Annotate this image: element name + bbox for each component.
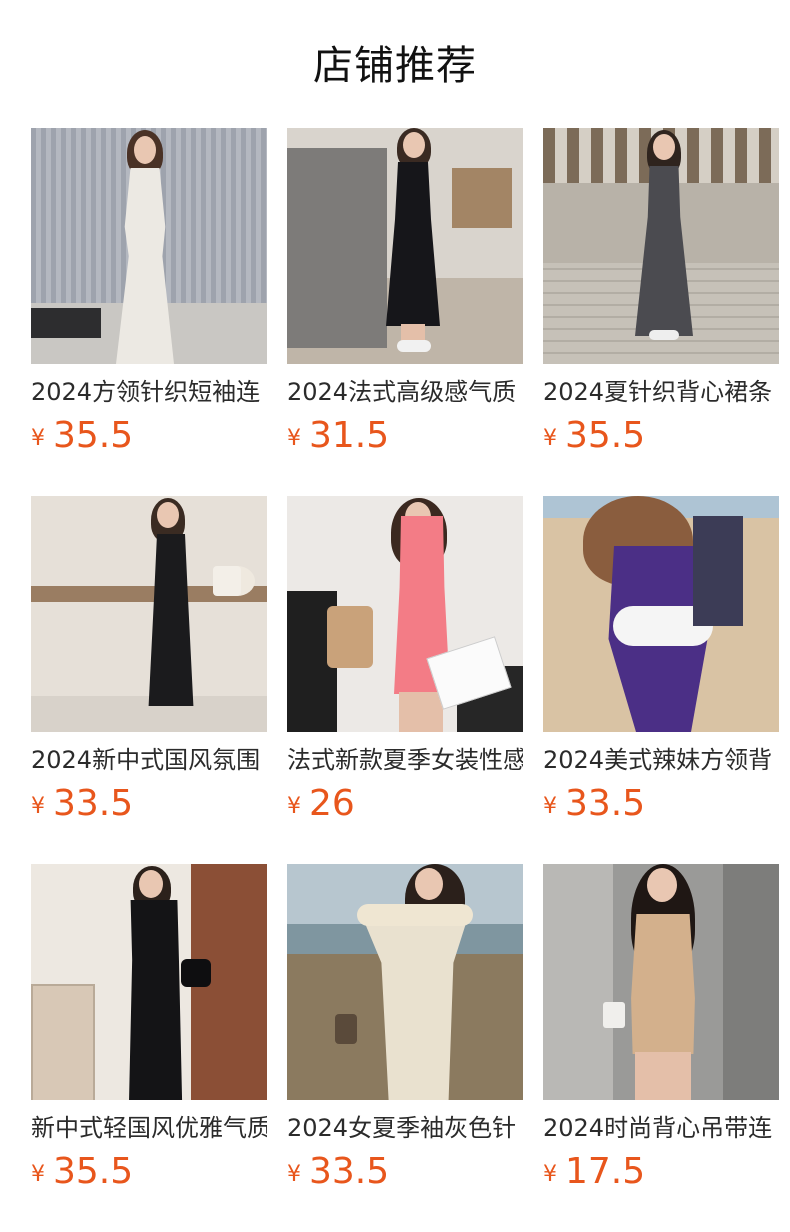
product-name[interactable]: 2024方领针织短袖连 xyxy=(31,377,267,407)
product-image[interactable] xyxy=(31,496,267,732)
price-value: 17.5 xyxy=(565,1151,646,1192)
product-name[interactable]: 2024法式高级感气质 xyxy=(287,377,523,407)
currency-symbol: ¥ xyxy=(31,426,45,451)
currency-symbol: ¥ xyxy=(287,426,301,451)
price-value: 33.5 xyxy=(565,783,646,824)
product-price: ¥ 35.5 xyxy=(543,416,779,456)
product-card[interactable]: 2024方领针织短袖连 ¥ 35.5 xyxy=(31,128,267,496)
product-card[interactable]: 2024夏针织背心裙条 ¥ 35.5 xyxy=(543,128,779,496)
product-image[interactable] xyxy=(31,864,267,1100)
product-name[interactable]: 法式新款夏季女装性感 xyxy=(287,745,523,775)
product-name[interactable]: 新中式轻国风优雅气质 xyxy=(31,1113,267,1143)
currency-symbol: ¥ xyxy=(31,1162,45,1187)
product-name[interactable]: 2024时尚背心吊带连 xyxy=(543,1113,779,1143)
price-value: 26 xyxy=(309,783,355,824)
product-card[interactable]: 2024法式高级感气质 ¥ 31.5 xyxy=(287,128,523,496)
product-image[interactable] xyxy=(543,496,779,732)
currency-symbol: ¥ xyxy=(287,794,301,819)
price-value: 33.5 xyxy=(53,783,134,824)
product-card[interactable]: 2024美式辣妹方领背 ¥ 33.5 xyxy=(543,496,779,864)
product-card[interactable]: 法式新款夏季女装性感 ¥ 26 xyxy=(287,496,523,864)
product-price: ¥ 33.5 xyxy=(287,1152,523,1192)
product-image[interactable] xyxy=(31,128,267,364)
price-value: 35.5 xyxy=(53,1151,134,1192)
product-name[interactable]: 2024夏针织背心裙条 xyxy=(543,377,779,407)
product-grid: 2024方领针织短袖连 ¥ 35.5 2024法式高级感气质 ¥ 31.5 20… xyxy=(31,128,779,1232)
product-price: ¥ 31.5 xyxy=(287,416,523,456)
currency-symbol: ¥ xyxy=(543,1162,557,1187)
price-value: 31.5 xyxy=(309,415,390,456)
product-image[interactable] xyxy=(287,864,523,1100)
product-name[interactable]: 2024新中式国风氛围 xyxy=(31,745,267,775)
product-card[interactable]: 2024女夏季袖灰色针 ¥ 33.5 xyxy=(287,864,523,1232)
price-value: 35.5 xyxy=(565,415,646,456)
currency-symbol: ¥ xyxy=(543,794,557,819)
product-name[interactable]: 2024女夏季袖灰色针 xyxy=(287,1113,523,1143)
currency-symbol: ¥ xyxy=(543,426,557,451)
product-price: ¥ 35.5 xyxy=(31,416,267,456)
page-title: 店铺推荐 xyxy=(313,43,477,89)
product-image[interactable] xyxy=(543,128,779,364)
currency-symbol: ¥ xyxy=(287,1162,301,1187)
product-price: ¥ 17.5 xyxy=(543,1152,779,1192)
product-image[interactable] xyxy=(543,864,779,1100)
product-price: ¥ 35.5 xyxy=(31,1152,267,1192)
product-image[interactable] xyxy=(287,496,523,732)
product-card[interactable]: 新中式轻国风优雅气质 ¥ 35.5 xyxy=(31,864,267,1232)
product-card[interactable]: 2024新中式国风氛围 ¥ 33.5 xyxy=(31,496,267,864)
product-image[interactable] xyxy=(287,128,523,364)
product-price: ¥ 33.5 xyxy=(543,784,779,824)
product-price: ¥ 33.5 xyxy=(31,784,267,824)
currency-symbol: ¥ xyxy=(31,794,45,819)
product-price: ¥ 26 xyxy=(287,784,523,824)
price-value: 33.5 xyxy=(309,1151,390,1192)
price-value: 35.5 xyxy=(53,415,134,456)
product-name[interactable]: 2024美式辣妹方领背 xyxy=(543,745,779,775)
product-card[interactable]: 2024时尚背心吊带连 ¥ 17.5 xyxy=(543,864,779,1232)
